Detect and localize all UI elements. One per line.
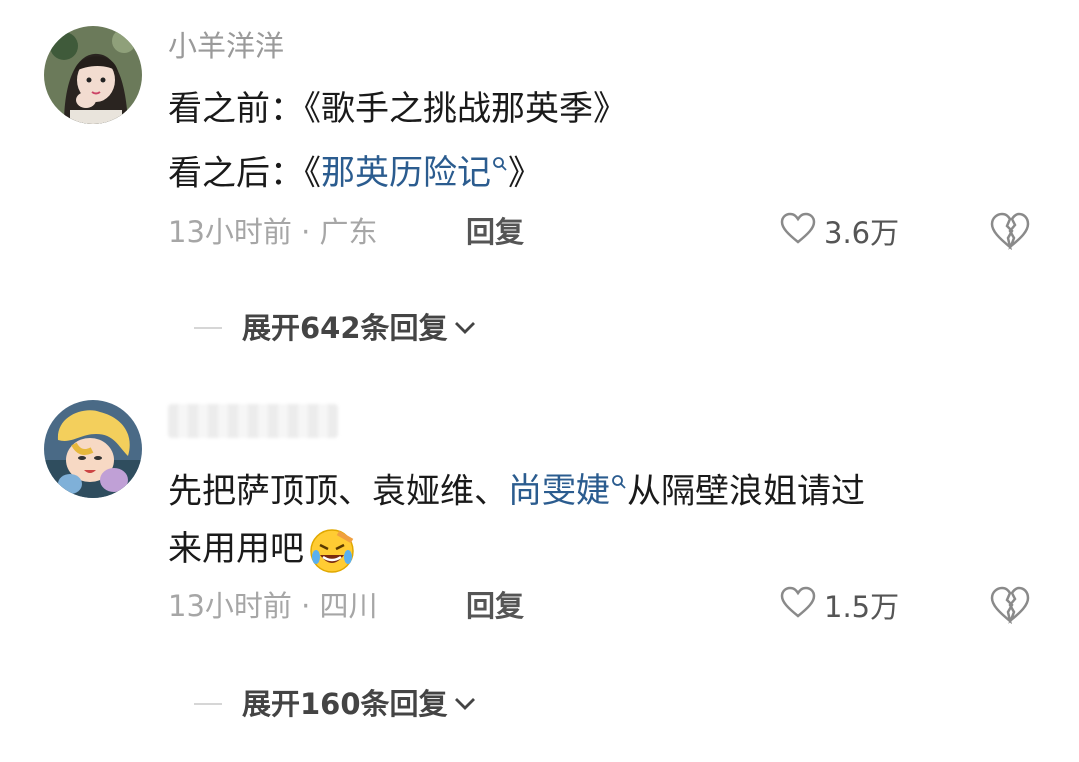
search-link[interactable]: 那英历险记	[321, 153, 508, 193]
girl-avatar-icon	[44, 26, 142, 124]
dislike-button[interactable]	[990, 212, 1032, 252]
comment-line: 先把萨顶顶、袁娅维、尚雯婕 从隔壁浪姐请过	[168, 456, 1048, 520]
search-icon	[611, 456, 627, 514]
like-count: 3.6万	[824, 216, 900, 250]
comment-text-segment: 》	[508, 153, 542, 194]
divider	[194, 703, 222, 705]
heart-icon	[780, 586, 816, 628]
comment-text: 看之前：《歌手之挑战那英季》 看之后：《那英历险记》	[168, 80, 1048, 202]
reply-button[interactable]: 回复	[466, 212, 524, 252]
broken-heart-icon	[990, 586, 1030, 625]
expand-replies-label[interactable]: 展开160条回复	[242, 684, 448, 724]
search-icon	[492, 138, 508, 196]
search-link-text[interactable]: 那英历险记	[321, 153, 491, 193]
like-button[interactable]: 3.6万	[780, 212, 899, 254]
expand-replies[interactable]: 展开642条回复	[194, 308, 476, 348]
comment-text: 先把萨顶顶、袁娅维、尚雯婕 从隔壁浪姐请过 来用用吧	[168, 456, 1048, 578]
divider	[194, 327, 222, 329]
username[interactable]: 小羊洋洋	[168, 26, 284, 66]
comment-text-segment: 来用用吧	[168, 529, 304, 570]
comment-line: 来用用吧	[168, 520, 1048, 578]
heart-icon	[780, 212, 816, 254]
reply-button[interactable]: 回复	[466, 586, 524, 626]
search-link-text[interactable]: 尚雯婕	[508, 471, 610, 511]
comment-meta: 13小时前 · 四川	[168, 589, 378, 623]
broken-heart-icon	[990, 212, 1030, 251]
expand-replies[interactable]: 展开160条回复	[194, 684, 476, 724]
laughing-crying-emoji-icon	[308, 527, 356, 575]
like-count: 1.5万	[824, 590, 900, 624]
comment-text-segment: 从隔壁浪姐请过	[627, 471, 865, 512]
comment-meta: 13小时前 · 广东	[168, 215, 378, 249]
chevron-down-icon	[454, 321, 476, 335]
comment-line: 看之前：《歌手之挑战那英季》	[168, 89, 627, 129]
user-avatar[interactable]	[44, 400, 142, 498]
search-link[interactable]: 尚雯婕	[508, 471, 627, 511]
comment-line: 看之后：《那英历险记》	[168, 138, 1048, 202]
chevron-down-icon	[454, 697, 476, 711]
user-avatar[interactable]	[44, 26, 142, 124]
username-blurred	[168, 404, 338, 438]
comment-text-segment: 看之后：《	[168, 153, 321, 194]
expand-replies-label[interactable]: 展开642条回复	[242, 308, 448, 348]
like-button[interactable]: 1.5万	[780, 586, 899, 628]
comment-text-segment: 先把萨顶顶、袁娅维、	[168, 471, 508, 512]
dislike-button[interactable]	[990, 586, 1032, 626]
cartoon-avatar-icon	[44, 400, 142, 498]
